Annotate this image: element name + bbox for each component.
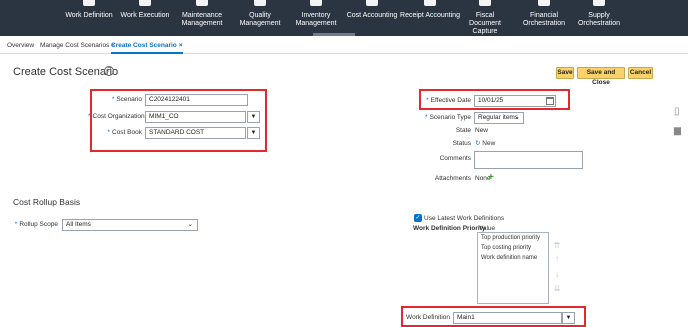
nav-supply-orchestration[interactable]: Supply Orchestration	[570, 0, 628, 36]
work-execution-icon	[139, 0, 151, 6]
status-value: ↻ New	[475, 140, 496, 147]
attachments-label: Attachments	[434, 175, 471, 182]
calendar-icon[interactable]	[546, 97, 554, 105]
supply-orchestration-icon	[593, 0, 605, 6]
nav-work-execution[interactable]: Work Execution	[119, 0, 171, 36]
cost-book-dropdown-button[interactable]: ▼	[247, 127, 260, 139]
tab-manage-cost-scenarios[interactable]: Manage Cost Scenarios ×	[40, 42, 115, 49]
tab-overview[interactable]: Overview	[7, 42, 34, 49]
comments-textarea[interactable]	[474, 151, 583, 169]
nav-maintenance-management[interactable]: Maintenance Management	[178, 0, 226, 36]
cost-accounting-icon	[366, 0, 378, 6]
add-attachment-icon[interactable]: +	[488, 172, 494, 183]
effective-date-label: * Effective Date	[426, 97, 471, 104]
refresh-icon: ↻	[475, 140, 481, 147]
use-latest-work-definitions-checkbox[interactable]: ✓	[414, 214, 422, 222]
scenario-label: * Scenario	[111, 96, 142, 103]
tab-bar: Overview Manage Cost Scenarios × Create C…	[0, 40, 688, 54]
save-button[interactable]: Save	[556, 67, 574, 79]
nav-work-definition[interactable]: Work Definition	[63, 0, 115, 36]
nav-quality-management[interactable]: Quality Management	[238, 0, 282, 36]
move-bottom-icon[interactable]: ⇊	[552, 284, 562, 294]
state-value: New	[475, 127, 489, 134]
section-title-cost-rollup-basis: Cost Rollup Basis	[13, 197, 81, 207]
quality-icon	[254, 0, 266, 6]
state-label: State	[455, 127, 471, 134]
inventory-icon	[310, 0, 322, 6]
cost-organization-input[interactable]: MIM1_CO	[145, 111, 246, 123]
nav-receipt-accounting[interactable]: Receipt Accounting	[400, 0, 460, 36]
nav-fiscal-document-capture[interactable]: Fiscal Document Capture	[460, 0, 510, 36]
comments-label: Comments	[439, 155, 471, 162]
chevron-down-icon: ⌄	[187, 221, 193, 228]
page-title: Create Cost Scenario	[13, 66, 119, 78]
move-up-icon[interactable]: ↑	[552, 254, 562, 264]
list-item[interactable]: Top costing priority	[478, 243, 548, 253]
close-icon[interactable]: ×	[179, 42, 183, 49]
work-definition-priority-label: Work Definition Priority	[413, 225, 486, 232]
move-down-icon[interactable]: ↓	[552, 270, 562, 280]
work-definition-dropdown-button[interactable]: ▼	[562, 312, 575, 324]
use-latest-work-definitions-label: Use Latest Work Definitions	[424, 215, 505, 222]
cost-book-input[interactable]: STANDARD COST	[145, 127, 246, 139]
top-navigation-bar: Work Definition Work Execution Maintenan…	[0, 0, 688, 36]
nav-scroll-indicator	[313, 33, 355, 36]
status-label: Status	[452, 140, 471, 147]
rollup-scope-select[interactable]: All Items ⌄	[62, 219, 198, 231]
cost-organization-dropdown-button[interactable]: ▼	[247, 111, 260, 123]
tab-create-cost-scenario[interactable]: Create Cost Scenario ×	[111, 42, 183, 54]
priority-value-header: Value	[479, 225, 496, 232]
financial-orchestration-icon	[538, 0, 550, 6]
receipt-accounting-icon	[424, 0, 436, 6]
save-and-close-button[interactable]: Save and Close	[577, 67, 625, 86]
list-item[interactable]: Top production priority	[478, 233, 548, 243]
cost-organization-label: * Cost Organization	[88, 113, 145, 120]
scenario-type-select[interactable]: Regular items ⌄	[474, 112, 524, 124]
move-top-icon[interactable]: ⇈	[552, 241, 562, 251]
rollup-scope-label: * Rollup Scope	[14, 221, 58, 228]
bar-chart-icon[interactable]: ▆	[674, 125, 684, 137]
chevron-down-icon: ⌄	[514, 114, 520, 121]
list-item[interactable]: Work definition name	[478, 253, 548, 263]
nav-cost-accounting[interactable]: Cost Accounting	[346, 0, 398, 36]
fiscal-document-icon	[479, 0, 491, 6]
work-definition-label: Work Definition	[406, 314, 450, 321]
effective-date-input[interactable]: 10/01/25	[474, 95, 556, 107]
work-definition-input[interactable]: Main1	[453, 312, 562, 324]
help-icon[interactable]: ?	[104, 66, 114, 76]
document-icon[interactable]: ▯	[674, 106, 684, 118]
maintenance-icon	[196, 0, 208, 6]
scenario-input[interactable]: C2024122401	[145, 94, 248, 106]
work-definition-icon	[83, 0, 95, 6]
nav-financial-orchestration[interactable]: Financial Orchestration	[518, 0, 570, 36]
work-definition-priority-list[interactable]: Top production priority Top costing prio…	[477, 232, 549, 304]
cancel-button[interactable]: Cancel	[628, 67, 653, 79]
nav-inventory-management[interactable]: Inventory Management	[294, 0, 338, 36]
cost-book-label: * Cost Book	[107, 129, 142, 136]
scenario-type-label: * Scenario Type	[425, 114, 471, 121]
